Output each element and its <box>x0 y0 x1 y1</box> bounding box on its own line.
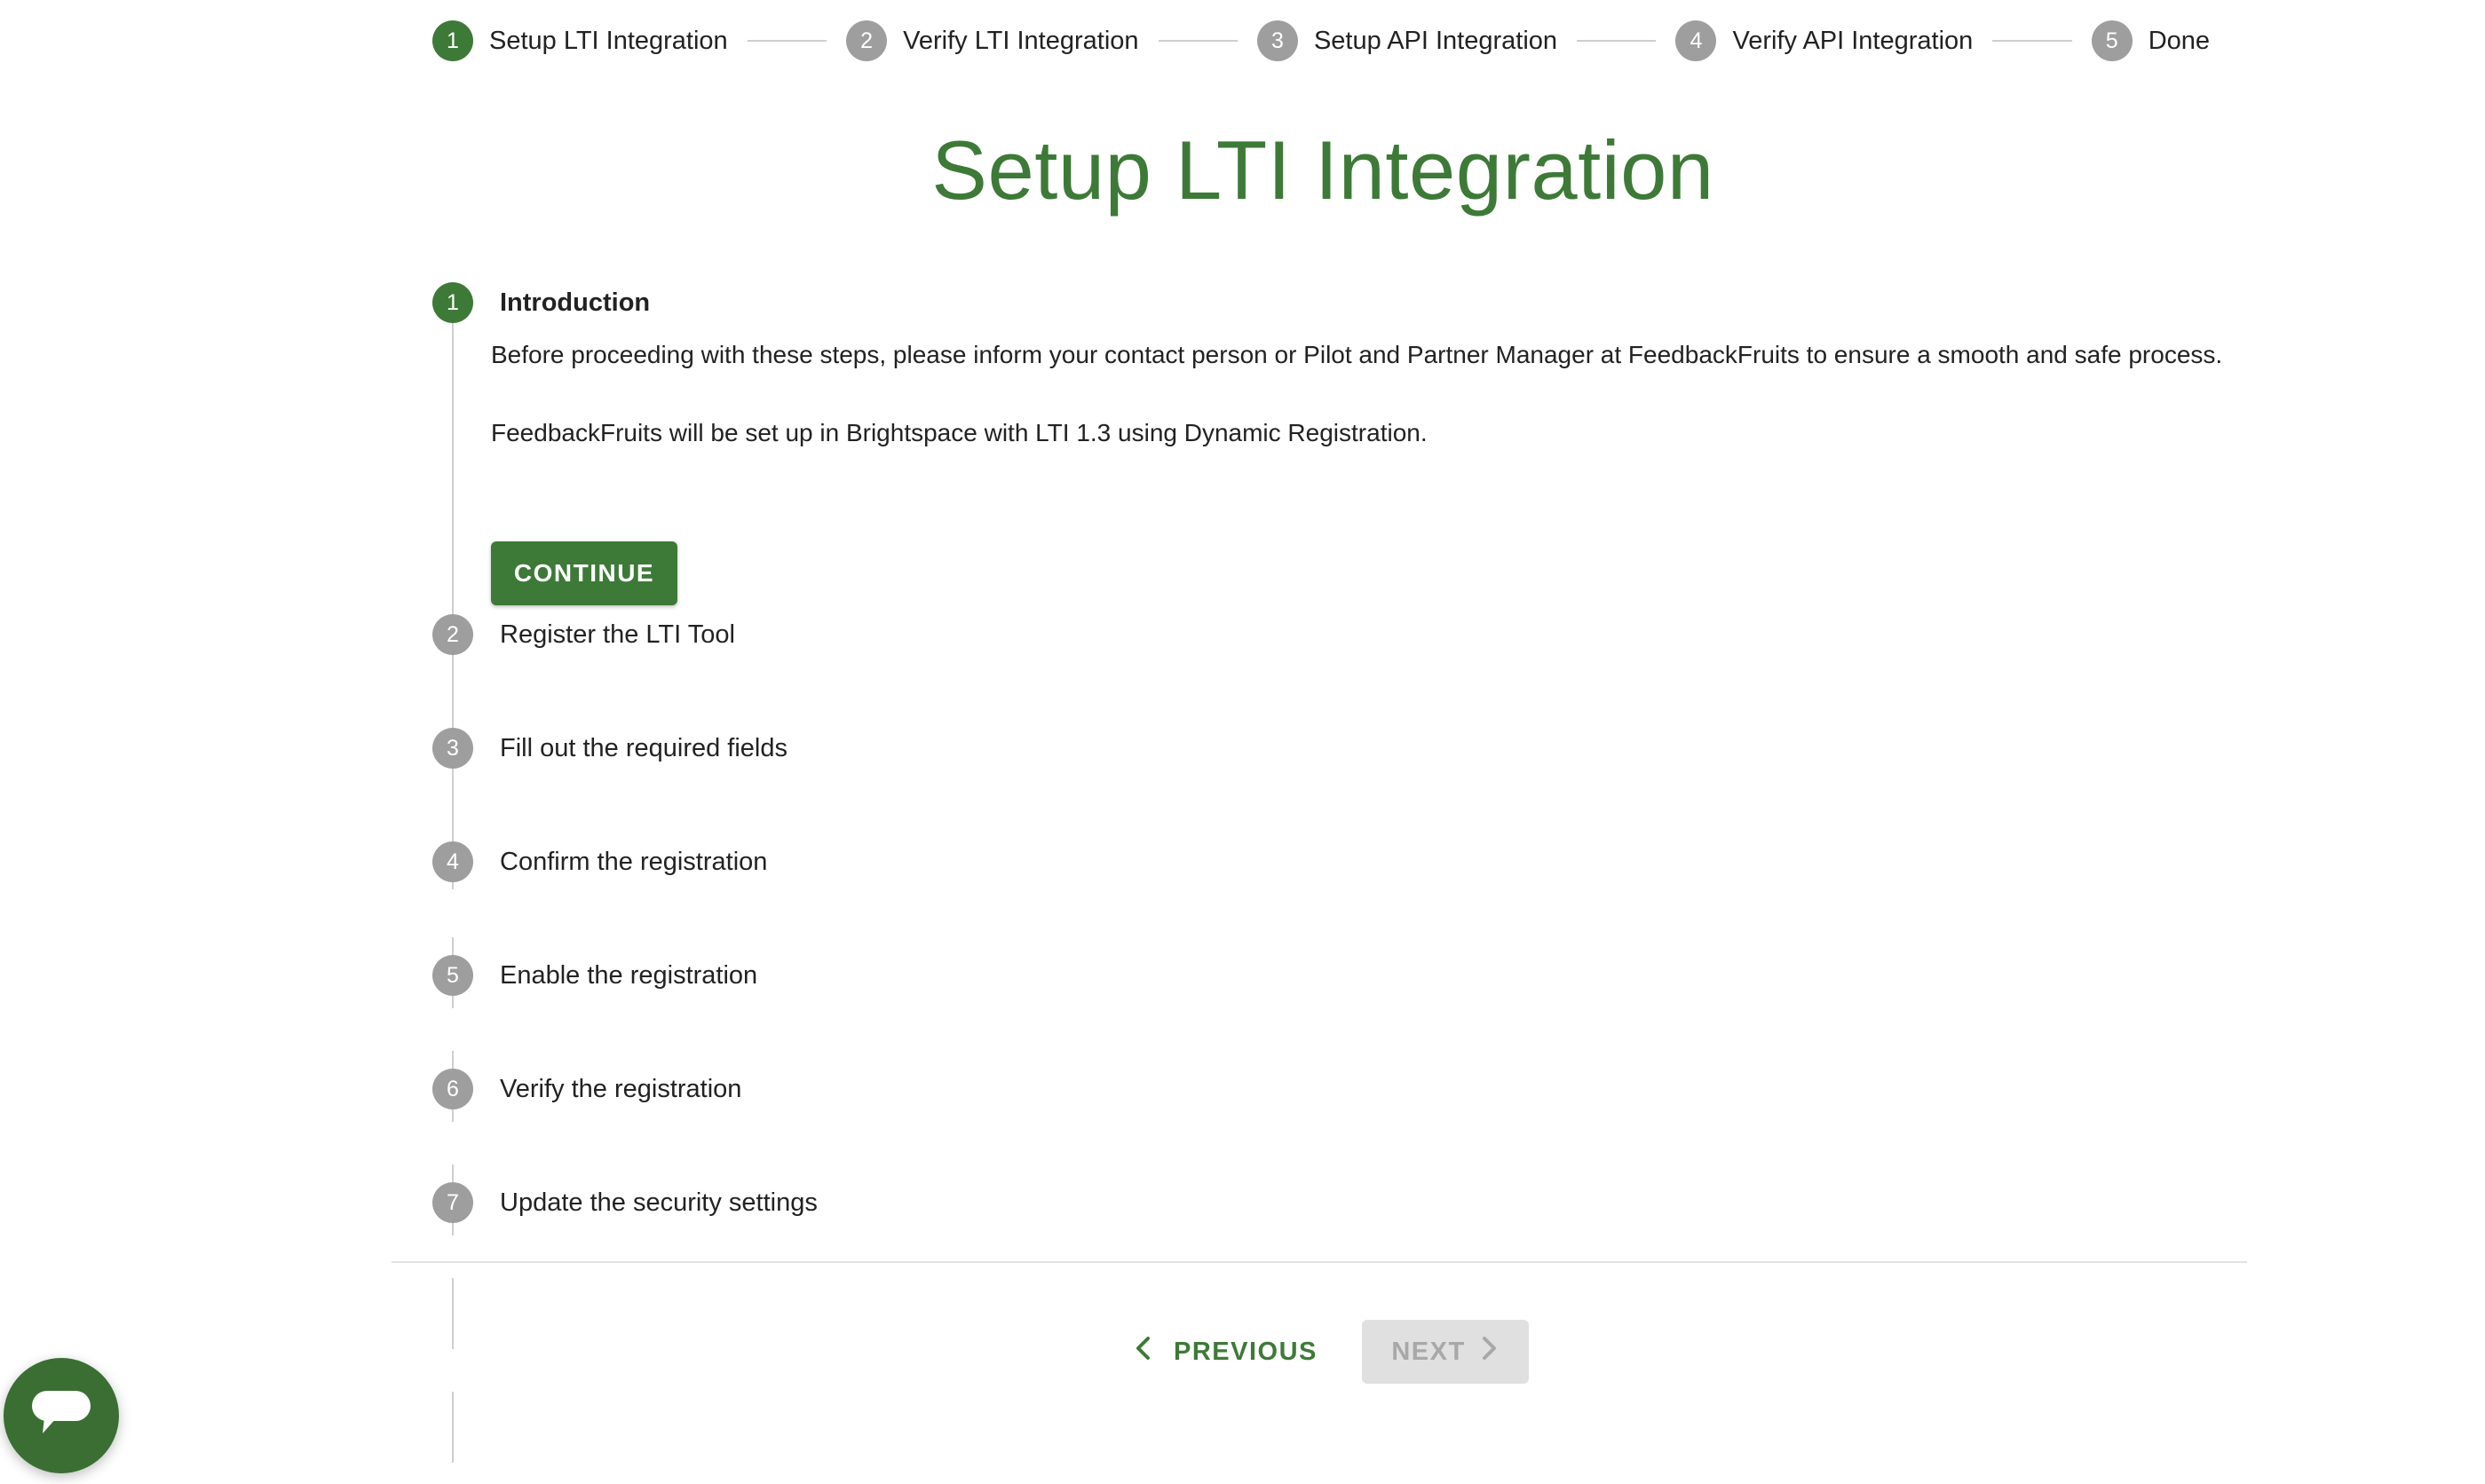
step-number: 6 <box>432 1069 473 1109</box>
step-number: 5 <box>432 955 473 996</box>
step-number: 3 <box>432 728 473 769</box>
top-step-number: 3 <box>1256 20 1298 61</box>
top-step-label: Setup LTI Integration <box>489 26 728 55</box>
step-number: 7 <box>432 1182 473 1223</box>
step-label: Verify the registration <box>500 1075 742 1103</box>
next-button[interactable]: NEXT <box>1362 1320 1529 1384</box>
step-connector <box>452 1278 454 1349</box>
top-step-label: Setup API Integration <box>1313 26 1558 55</box>
top-step-number: 5 <box>2091 20 2133 61</box>
step-introduction[interactable]: 1 Introduction <box>432 282 650 323</box>
step-label: Fill out the required fields <box>500 734 787 762</box>
top-step-verify-lti[interactable]: 2 Verify LTI Integration <box>846 20 1139 61</box>
step-number: 1 <box>432 282 473 323</box>
chat-widget-button[interactable] <box>4 1358 119 1473</box>
top-stepper: 1 Setup LTI Integration 2 Verify LTI Int… <box>432 18 2210 64</box>
step-register-lti-tool[interactable]: 2 Register the LTI Tool <box>432 614 735 655</box>
top-step-number: 1 <box>432 20 473 61</box>
step-label: Update the security settings <box>500 1188 818 1217</box>
step-number: 4 <box>432 841 473 882</box>
top-step-done[interactable]: 5 Done <box>2091 20 2211 61</box>
chat-bubble-icon <box>30 1389 92 1443</box>
top-step-number: 4 <box>1675 20 1717 61</box>
step-connector <box>452 323 454 889</box>
intro-paragraph: Before proceeding with these steps, plea… <box>491 341 2223 368</box>
top-step-label: Verify API Integration <box>1732 26 1974 55</box>
step-update-security-settings[interactable]: 7 Update the security settings <box>432 1182 818 1223</box>
top-step-label: Verify LTI Integration <box>903 26 1139 55</box>
step-label: Register the LTI Tool <box>500 620 735 649</box>
page: 1 Setup LTI Integration 2 Verify LTI Int… <box>0 0 2485 1484</box>
previous-button[interactable]: PREVIOUS <box>1120 1321 1330 1383</box>
step-label: Confirm the registration <box>500 848 768 876</box>
page-title: Setup LTI Integration <box>931 123 1714 217</box>
top-step-connector <box>1577 40 1657 42</box>
footer-divider <box>392 1261 2247 1263</box>
top-step-connector <box>1158 40 1238 42</box>
chevron-right-icon <box>1480 1335 1500 1370</box>
top-step-verify-api[interactable]: 4 Verify API Integration <box>1675 20 1973 61</box>
top-step-setup-lti[interactable]: 1 Setup LTI Integration <box>432 20 728 61</box>
top-step-number: 2 <box>846 20 888 61</box>
intro-paragraph: FeedbackFruits will be set up in Brights… <box>491 419 1428 446</box>
previous-label: PREVIOUS <box>1174 1337 1318 1366</box>
step-connector <box>452 1392 454 1463</box>
top-step-setup-api[interactable]: 3 Setup API Integration <box>1256 20 1558 61</box>
step-label: Introduction <box>500 288 651 317</box>
top-step-connector <box>747 40 827 42</box>
continue-button[interactable]: CONTINUE <box>491 541 677 605</box>
step-verify-registration[interactable]: 6 Verify the registration <box>432 1069 741 1109</box>
step-number: 2 <box>432 614 473 655</box>
next-label: NEXT <box>1391 1337 1466 1366</box>
step-label: Enable the registration <box>500 961 758 990</box>
chevron-left-icon <box>1133 1335 1152 1370</box>
top-step-label: Done <box>2148 26 2211 55</box>
step-confirm-registration[interactable]: 4 Confirm the registration <box>432 841 767 882</box>
top-step-connector <box>1992 40 2072 42</box>
step-enable-registration[interactable]: 5 Enable the registration <box>432 955 757 996</box>
step-fill-required-fields[interactable]: 3 Fill out the required fields <box>432 728 787 769</box>
